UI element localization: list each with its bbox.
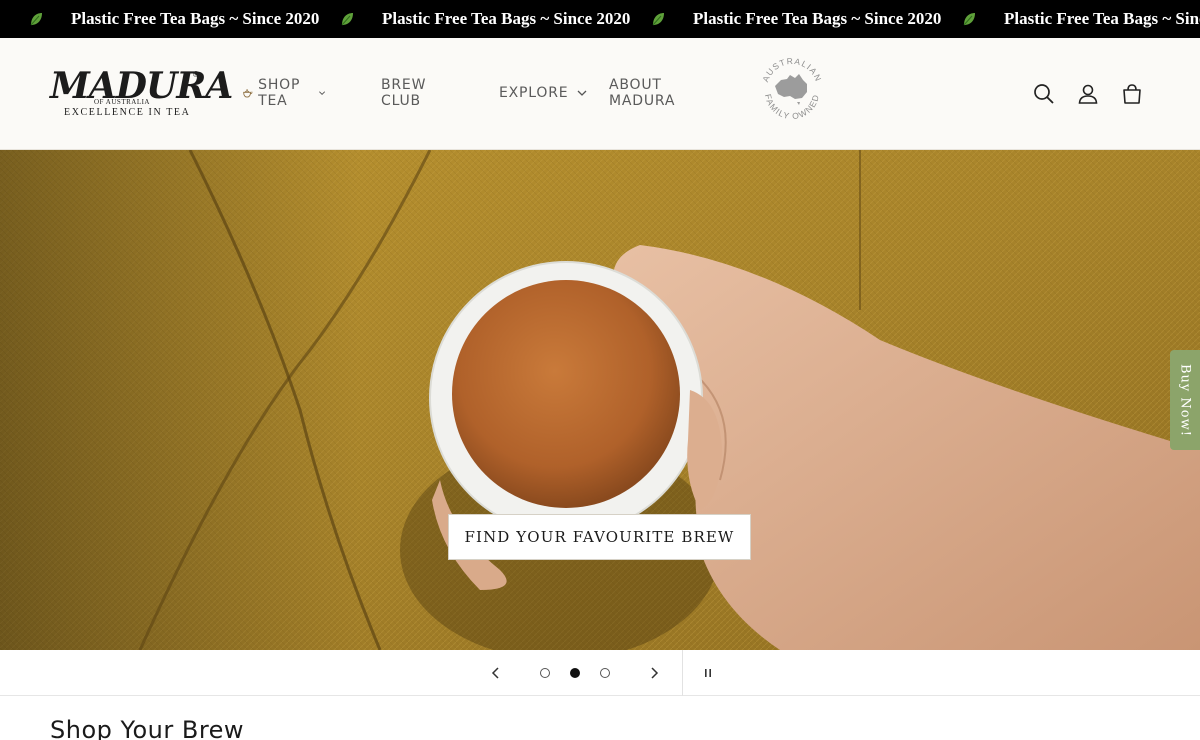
nav-shop-tea[interactable]: SHOP TEA — [241, 77, 326, 109]
buy-now-label: Buy Now! — [1177, 363, 1193, 437]
slide-prev-button[interactable] — [487, 664, 505, 682]
cart-icon[interactable] — [1121, 83, 1143, 105]
nav-label: EXPLORE — [499, 85, 569, 101]
teapot-icon — [243, 89, 253, 98]
buy-now-tab[interactable]: Buy Now! — [1170, 350, 1200, 450]
chevron-right-icon — [651, 667, 659, 679]
australia-map-icon — [775, 74, 807, 105]
nav-about-madura[interactable]: ABOUT MADURA — [609, 77, 675, 109]
announcement-text: Plastic Free Tea Bags ~ Since 2020 — [1004, 9, 1200, 28]
nav-label: ABOUT MADURA — [609, 77, 676, 109]
announcement-text: Plastic Free Tea Bags ~ Since 2020 — [71, 9, 320, 28]
nav-explore[interactable]: EXPLORE — [499, 83, 588, 103]
chevron-left-icon — [491, 667, 499, 679]
leaf-icon — [341, 13, 353, 26]
pause-icon — [705, 669, 711, 677]
announcement-track: Plastic Free Tea Bags ~ Since 2020 Plast… — [28, 0, 1200, 38]
madura-logo[interactable]: MADURA ® OF AUSTRALIA EXCELLENCE IN TEA — [50, 68, 233, 120]
leaf-icon — [963, 13, 975, 26]
announcement-text: Plastic Free Tea Bags ~ Since 2020 — [382, 9, 631, 28]
nav-brew-club[interactable]: BREW CLUB — [381, 77, 426, 109]
slide-dot-2[interactable] — [570, 668, 580, 678]
australian-family-owned-badge: AUSTRALIAN FAMILY OWNED — [760, 56, 822, 121]
account-icon[interactable] — [1077, 83, 1099, 105]
slide-dot-3[interactable] — [600, 668, 610, 678]
nav-label: BREW CLUB — [381, 77, 427, 109]
slide-dot-1[interactable] — [540, 668, 550, 678]
announcement-item: Plastic Free Tea Bags ~ Since 2020 — [28, 9, 339, 29]
leaf-icon — [30, 13, 42, 26]
announcement-item: Plastic Free Tea Bags ~ Since 2020 — [650, 9, 961, 29]
announcement-bar: Plastic Free Tea Bags ~ Since 2020 Plast… — [0, 0, 1200, 38]
slideshow-controls — [0, 650, 1200, 696]
leaf-icon — [652, 13, 664, 26]
logo-registered-mark: ® — [193, 70, 199, 79]
announcement-item: Plastic Free Tea Bags ~ Since 2020 — [961, 9, 1200, 29]
section-title: Shop Your Brew — [50, 716, 245, 740]
controls-divider — [682, 650, 683, 696]
announcement-text: Plastic Free Tea Bags ~ Since 2020 — [693, 9, 942, 28]
search-icon[interactable] — [1033, 83, 1055, 105]
nav-label: SHOP TEA — [258, 77, 301, 109]
site-header: MADURA ® OF AUSTRALIA EXCELLENCE IN TEA … — [0, 38, 1200, 150]
slide-next-button[interactable] — [645, 664, 663, 682]
announcement-item: Plastic Free Tea Bags ~ Since 2020 — [339, 9, 650, 29]
slide-pause-button[interactable] — [699, 664, 717, 682]
logo-subtitle: OF AUSTRALIA — [94, 98, 150, 106]
hero-slideshow: Buy Now! — [0, 150, 1200, 650]
chevron-down-icon — [577, 90, 587, 96]
find-brew-button[interactable]: FIND YOUR FAVOURITE BREW — [448, 514, 751, 560]
logo-tagline: EXCELLENCE IN TEA — [64, 107, 191, 118]
hero-image — [0, 150, 1200, 650]
chevron-down-icon — [319, 91, 326, 95]
